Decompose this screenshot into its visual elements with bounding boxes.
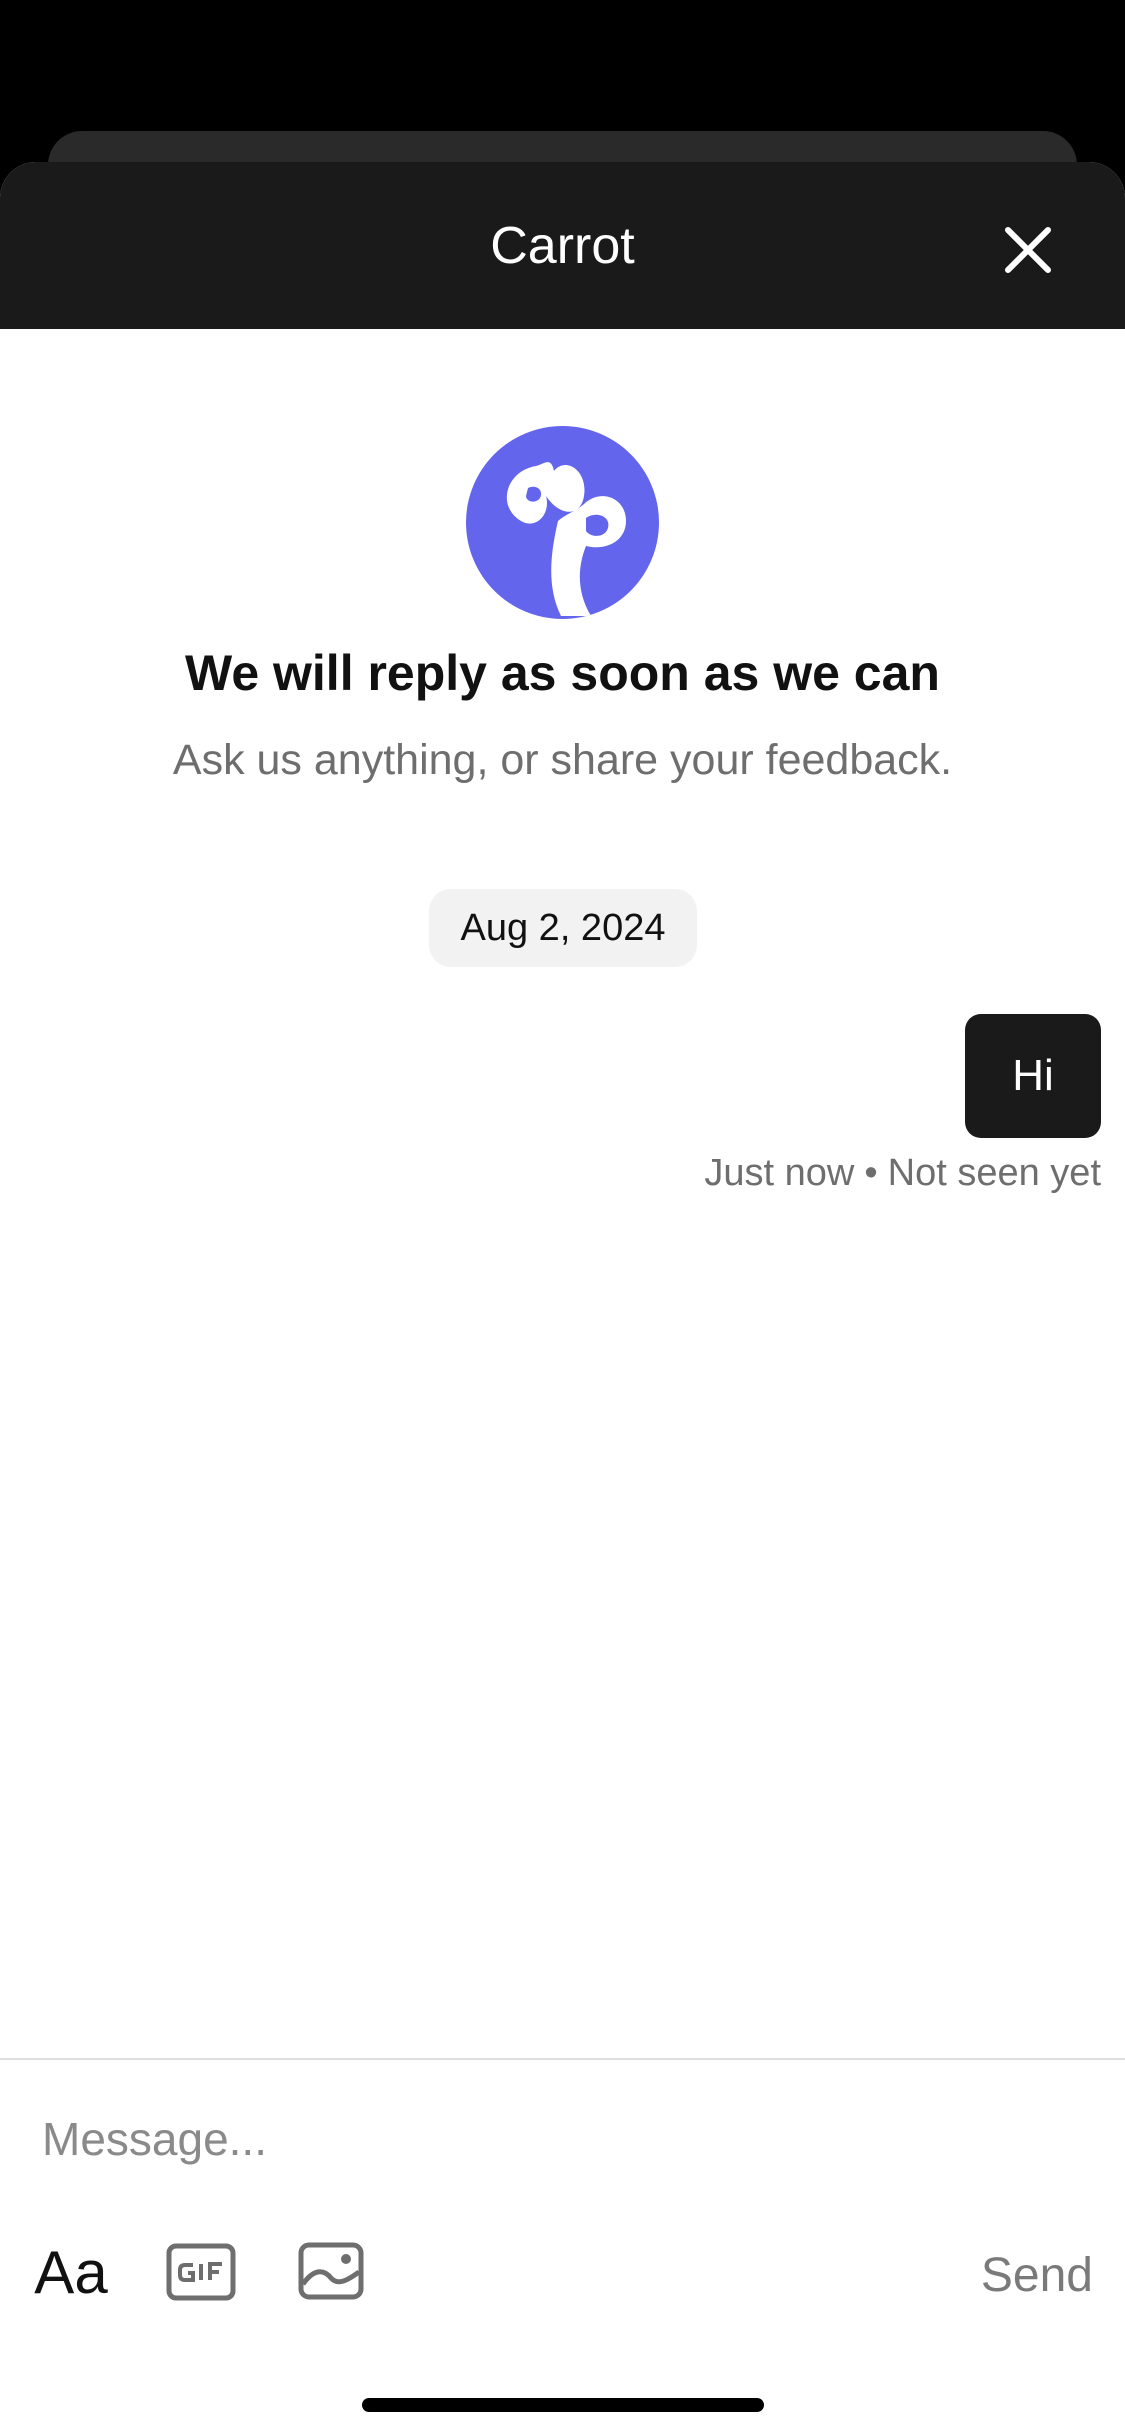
brand-avatar xyxy=(466,426,659,619)
meta-separator: • xyxy=(864,1152,878,1194)
image-icon xyxy=(298,2242,364,2300)
home-indicator xyxy=(362,2398,764,2412)
screen: Carrot We will reply as soon as we can A… xyxy=(0,0,1125,2436)
chat-title: Carrot xyxy=(490,217,635,275)
text-format-button[interactable]: Aa xyxy=(26,2232,116,2312)
image-button[interactable] xyxy=(294,2234,368,2308)
gif-icon xyxy=(166,2243,236,2301)
brand-logo-icon xyxy=(506,462,626,616)
message-status: Just now • Not seen yet xyxy=(704,1152,1101,1195)
close-button[interactable] xyxy=(990,212,1066,288)
close-icon xyxy=(1005,227,1051,273)
chat-sheet: Carrot We will reply as soon as we can A… xyxy=(0,162,1125,2436)
message-input[interactable] xyxy=(20,2098,1105,2180)
date-separator: Aug 2, 2024 xyxy=(429,889,697,967)
composer-divider xyxy=(0,2058,1125,2060)
message-time: Just now xyxy=(704,1152,855,1194)
send-button[interactable]: Send xyxy=(981,2242,1093,2308)
message-seen-status: Not seen yet xyxy=(887,1152,1101,1194)
sent-message-bubble[interactable]: Hi xyxy=(965,1014,1101,1138)
gif-button[interactable] xyxy=(164,2236,238,2308)
welcome-title: We will reply as soon as we can xyxy=(185,645,940,701)
chat-header: Carrot xyxy=(0,162,1125,329)
welcome-subtitle: Ask us anything, or share your feedback. xyxy=(172,736,953,784)
